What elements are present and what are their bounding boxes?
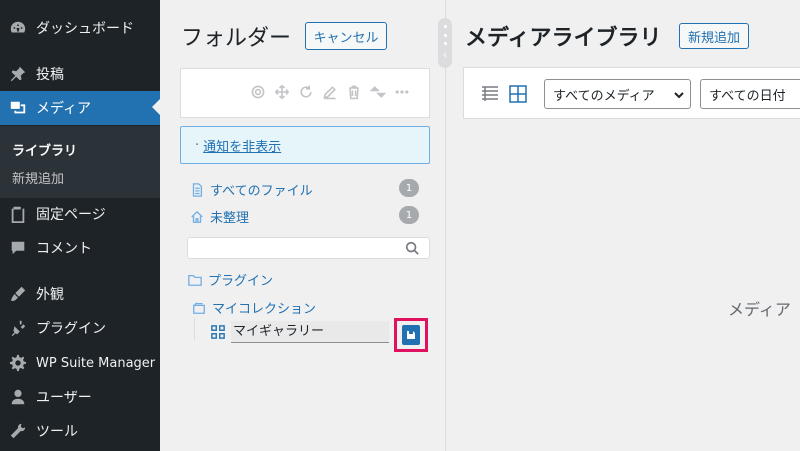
empty-media-text: メディア bbox=[728, 300, 791, 319]
menu-posts[interactable]: 投稿 bbox=[0, 57, 160, 91]
menu-appearance[interactable]: 外観 bbox=[0, 277, 160, 311]
save-folder-button[interactable] bbox=[402, 325, 420, 345]
menu-tools-label: ツール bbox=[36, 424, 78, 440]
media-icon bbox=[0, 99, 36, 117]
folder-panel-title: フォルダー bbox=[181, 26, 292, 51]
file-icon bbox=[192, 182, 203, 197]
menu-pages[interactable]: 固定ページ bbox=[0, 197, 160, 231]
search-icon bbox=[405, 241, 419, 255]
menu-comments[interactable]: コメント bbox=[0, 231, 160, 265]
move-icon[interactable] bbox=[273, 83, 291, 101]
list-view-icon[interactable] bbox=[480, 84, 500, 104]
admin-sidebar: ダッシュボード 投稿 メディア ライブラリ 新規追加 固定ページ コメント 外観… bbox=[0, 0, 160, 451]
grid-view-icon[interactable] bbox=[508, 84, 528, 104]
all-files-item[interactable]: すべてのファイル bbox=[190, 180, 313, 199]
plugin-icon bbox=[0, 319, 36, 337]
comment-icon bbox=[0, 239, 36, 257]
menu-plugins[interactable]: プラグイン bbox=[0, 311, 160, 345]
menu-pages-label: 固定ページ bbox=[36, 207, 106, 223]
tree-connector bbox=[194, 318, 195, 340]
user-icon bbox=[0, 388, 36, 406]
folder-my-collection-label: マイコレクション bbox=[212, 302, 317, 317]
more-icon[interactable] bbox=[393, 83, 411, 101]
page-title: メディアライブラリ bbox=[465, 26, 662, 51]
menu-wp-suite-manager[interactable]: WP Suite Manager bbox=[0, 346, 160, 380]
folder-search-input[interactable] bbox=[187, 237, 430, 259]
home-icon bbox=[191, 210, 203, 223]
panel-collapse-handle[interactable]: ‹ bbox=[438, 18, 452, 68]
sort-icon[interactable] bbox=[369, 83, 387, 101]
chevron-down-icon bbox=[674, 89, 684, 99]
submenu-add-new[interactable]: 新規追加 bbox=[12, 168, 64, 187]
menu-dashboard-label: ダッシュボード bbox=[36, 21, 134, 37]
save-icon bbox=[407, 331, 415, 339]
refresh-icon[interactable] bbox=[297, 83, 315, 101]
cancel-button[interactable]: キャンセル bbox=[305, 22, 387, 50]
menu-users-label: ユーザー bbox=[36, 390, 92, 406]
menu-media[interactable]: メディア bbox=[0, 91, 160, 125]
folder-toolbar bbox=[180, 68, 430, 118]
folder-icon bbox=[188, 274, 202, 286]
settings-icon[interactable] bbox=[249, 83, 267, 101]
menu-comments-label: コメント bbox=[36, 241, 92, 257]
date-filter[interactable]: すべての日付 bbox=[700, 79, 800, 109]
media-type-filter-value: すべてのメディア bbox=[553, 88, 655, 104]
menu-plugins-label: プラグイン bbox=[36, 321, 106, 337]
dashboard-icon bbox=[0, 19, 36, 37]
folder-item-my-collection[interactable]: マイコレクション bbox=[192, 298, 316, 317]
unsorted-count: 1 bbox=[399, 206, 419, 224]
dismiss-notice-link[interactable]: 通知を非表示 bbox=[203, 136, 281, 155]
folder-plugin-label: プラグイン bbox=[208, 274, 274, 289]
pin-icon bbox=[0, 65, 36, 83]
media-submenu: ライブラリ 新規追加 bbox=[0, 126, 160, 198]
menu-posts-label: 投稿 bbox=[36, 67, 64, 83]
page-icon bbox=[0, 205, 36, 223]
menu-appearance-label: 外観 bbox=[36, 287, 64, 303]
folder-name-input[interactable]: マイギャラリー bbox=[231, 321, 389, 343]
gear-icon bbox=[0, 354, 36, 372]
notice-bullet: · bbox=[195, 137, 200, 153]
all-files-count: 1 bbox=[399, 179, 419, 197]
collection-icon bbox=[193, 301, 205, 314]
brush-icon bbox=[0, 285, 36, 303]
all-files-label: すべてのファイル bbox=[210, 184, 313, 199]
trash-icon[interactable] bbox=[345, 83, 363, 101]
wrench-icon bbox=[0, 422, 36, 440]
unsorted-item[interactable]: 未整理 bbox=[190, 207, 249, 226]
menu-dashboard[interactable]: ダッシュボード bbox=[0, 11, 160, 45]
date-filter-value: すべての日付 bbox=[709, 88, 786, 104]
add-new-button[interactable]: 新規追加 bbox=[679, 23, 749, 49]
menu-tools[interactable]: ツール bbox=[0, 414, 160, 448]
media-toolbar: すべてのメディア すべての日付 bbox=[463, 67, 800, 119]
menu-wp-suite-manager-label: WP Suite Manager bbox=[36, 355, 156, 371]
submenu-library[interactable]: ライブラリ bbox=[12, 140, 77, 159]
unsorted-label: 未整理 bbox=[210, 211, 250, 226]
menu-media-label: メディア bbox=[36, 101, 92, 117]
menu-users[interactable]: ユーザー bbox=[0, 380, 160, 414]
chevron-left-icon: ‹ bbox=[443, 50, 447, 62]
folder-item-plugin[interactable]: プラグイン bbox=[188, 270, 273, 289]
notice-box: · 通知を非表示 bbox=[180, 126, 430, 164]
folder-panel: フォルダー キャンセル · 通知を非表示 すべてのファイル 1 未整理 1 プラ… bbox=[160, 0, 446, 451]
pencil-icon[interactable] bbox=[321, 83, 339, 101]
media-type-filter[interactable]: すべてのメディア bbox=[544, 79, 691, 109]
